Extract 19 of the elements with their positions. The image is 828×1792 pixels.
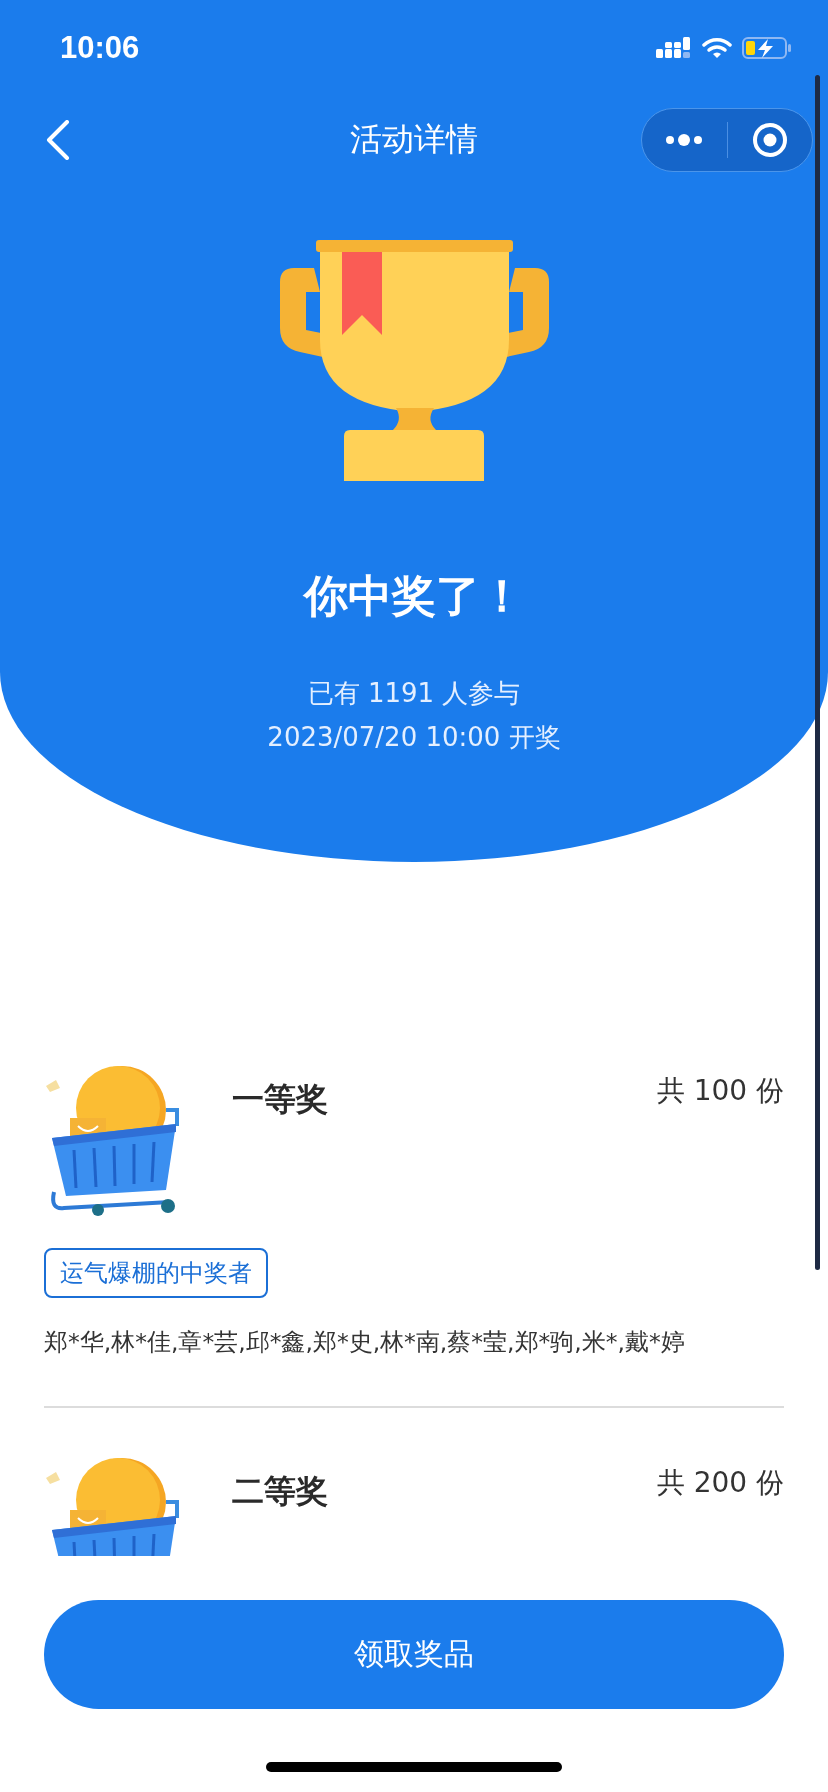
battery-charging-icon: [742, 36, 792, 60]
result-headline: 你中奖了！: [304, 569, 524, 623]
more-icon: [665, 133, 704, 147]
prize-count: 共 200 份: [656, 1465, 784, 1501]
page-title: 活动详情: [350, 119, 478, 160]
signal-icon: [656, 37, 692, 59]
winners-tag: 运气爆棚的中奖者: [44, 1248, 268, 1298]
prize-name: 二等奖: [232, 1471, 328, 1512]
participants-text: 已有 1191 人参与: [307, 677, 521, 710]
target-icon: [751, 122, 788, 158]
prize-name: 一等奖: [232, 1079, 328, 1120]
draw-time-text: 2023/07/20 10:00 开奖: [267, 721, 561, 754]
prize-count: 共 100 份: [656, 1073, 784, 1109]
wifi-icon: [702, 37, 732, 59]
winners-list: 郑*华,林*佳,章*芸,邱*鑫,郑*史,林*南,蔡*莹,郑*驹,米*,戴*婷: [44, 1324, 784, 1360]
claim-prize-button[interactable]: 领取奖品: [44, 1600, 784, 1709]
back-icon: [46, 120, 70, 160]
status-time: 10:06: [60, 30, 140, 66]
back-button[interactable]: [46, 120, 70, 160]
